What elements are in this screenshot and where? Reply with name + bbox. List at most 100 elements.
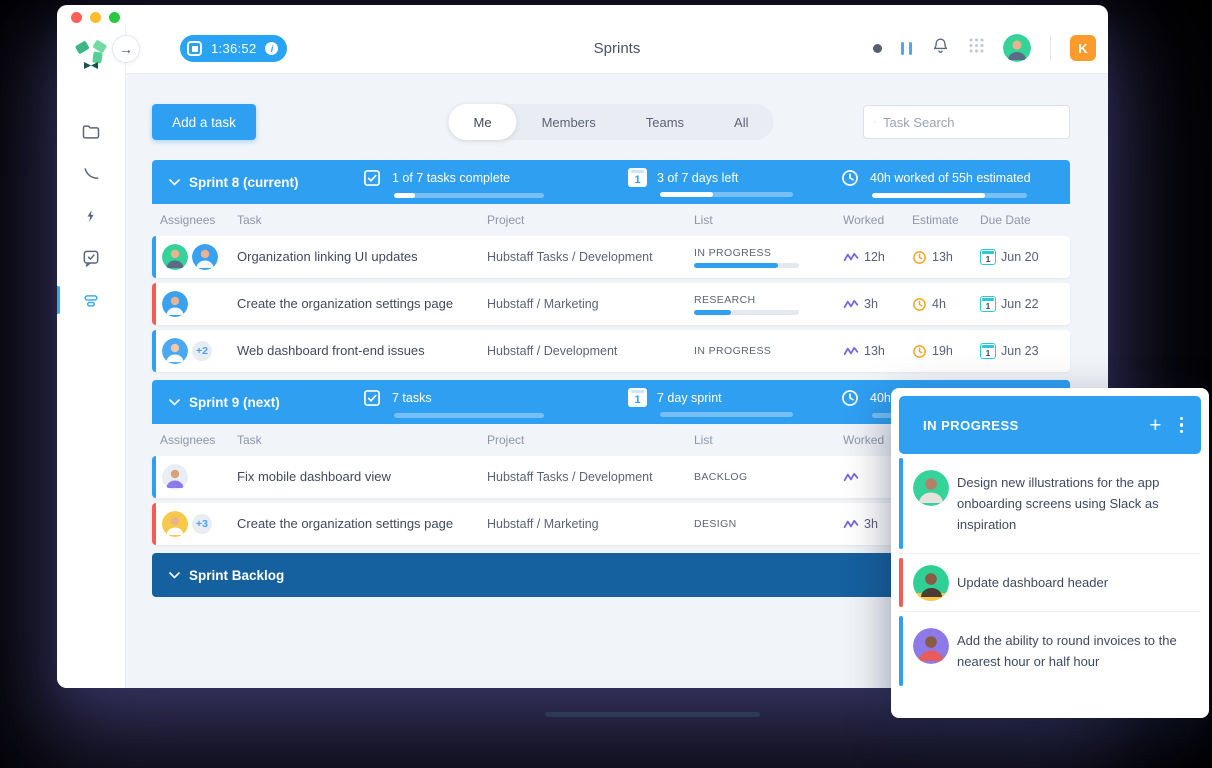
clock-icon: [912, 344, 927, 359]
sidebar-item-projects[interactable]: [57, 111, 125, 153]
worked-cell: 3h: [843, 297, 912, 311]
sprint-title: Sprint 9 (next): [189, 395, 280, 410]
tasks-complete-stat: 1 of 7 tasks complete: [362, 168, 544, 198]
avatar: [162, 464, 188, 490]
chevron-down-icon: [169, 572, 180, 579]
user-avatar[interactable]: [1003, 34, 1031, 62]
pause-bars-icon: [901, 42, 912, 55]
due-date-cell: 1 Jun 20: [980, 249, 1070, 265]
project-name: Hubstaff Tasks / Development: [487, 250, 653, 264]
list-progress-bar: [694, 263, 799, 268]
divider: [1050, 35, 1051, 61]
folder-icon: [81, 122, 101, 142]
chevron-down-icon: [169, 399, 180, 406]
task-name: Fix mobile dashboard view: [237, 469, 391, 484]
due-date-cell: 1 Jun 22: [980, 296, 1070, 312]
add-card-button[interactable]: +: [1149, 415, 1161, 436]
checkbox-icon: [362, 168, 382, 188]
organization-badge[interactable]: K: [1070, 35, 1096, 61]
sidebar-nav: [57, 111, 125, 321]
project-name: Hubstaff Tasks / Development: [487, 470, 653, 484]
chevron-down-icon: [169, 179, 180, 186]
calendar-icon: 1: [628, 168, 647, 187]
stop-timer-icon[interactable]: [187, 41, 202, 56]
task-name: Create the organization settings page: [237, 516, 453, 531]
checkbox-icon: [362, 388, 382, 408]
list-status: IN PROGRESS: [694, 345, 843, 357]
task-name: Web dashboard front-end issues: [237, 343, 425, 358]
task-row[interactable]: +2 Web dashboard front-end issues Hubsta…: [152, 330, 1070, 372]
project-name: Hubstaff / Development: [487, 344, 617, 358]
list-progress-bar: [694, 310, 799, 315]
appbar-actions: K: [873, 23, 1096, 73]
avatar: [913, 565, 949, 601]
task-search: [863, 105, 1070, 139]
sprint-title: Sprint Backlog: [189, 568, 284, 583]
chart-curve-icon: [81, 164, 101, 184]
extra-assignees-badge: +3: [192, 514, 212, 534]
avatar: [913, 470, 949, 506]
timer-widget[interactable]: 1:36:52 i: [180, 35, 287, 62]
sidebar-item-activity[interactable]: [57, 195, 125, 237]
tab-all[interactable]: All: [709, 104, 773, 140]
top-appbar: → 1:36:52 i Sprints: [126, 23, 1108, 74]
in-progress-board-panel: IN PROGRESS + Design new illustrations f…: [891, 388, 1209, 718]
sidebar-item-tasks[interactable]: [57, 237, 125, 279]
sprint-8-header[interactable]: Sprint 8 (current) 1 of 7 tasks complete: [152, 160, 1070, 204]
sidebar-item-reports[interactable]: [57, 153, 125, 195]
tab-me[interactable]: Me: [449, 104, 517, 140]
hubstaff-tasks-logo: [71, 35, 111, 75]
board-column-header: IN PROGRESS +: [899, 396, 1201, 454]
progress-bar: [660, 192, 793, 197]
task-row[interactable]: Create the organization settings page Hu…: [152, 283, 1070, 325]
tab-members[interactable]: Members: [517, 104, 621, 140]
avatar: [162, 338, 188, 364]
apps-menu-button[interactable]: [969, 38, 984, 58]
worked-cell: 13h: [843, 344, 912, 358]
list-status: RESEARCH: [694, 294, 843, 306]
clock-icon: [840, 388, 860, 408]
close-window-button[interactable]: [71, 12, 82, 23]
assignees-cell: +3: [152, 511, 237, 537]
sidebar-item-sprints[interactable]: [57, 279, 125, 321]
sprints-bars-icon: [81, 290, 101, 310]
board-card[interactable]: Add the ability to round invoices to the…: [899, 611, 1201, 690]
sprint-title: Sprint 8 (current): [189, 175, 299, 190]
days-left-stat: 1 3 of 7 days left: [628, 168, 793, 197]
board-card[interactable]: Update dashboard header: [899, 553, 1201, 611]
list-status: BACKLOG: [694, 471, 843, 483]
calendar-icon: 1: [628, 388, 647, 407]
board-card[interactable]: Design new illustrations for the app onb…: [899, 454, 1201, 553]
filter-tabs: Me Members Teams All: [449, 104, 774, 140]
minimize-window-button[interactable]: [90, 12, 101, 23]
checklist-bubble-icon: [81, 248, 101, 268]
activity-zigzag-icon: [843, 298, 859, 310]
estimate-cell: 19h: [912, 344, 980, 359]
apps-grid-icon: [969, 38, 984, 53]
add-task-button[interactable]: Add a task: [152, 104, 256, 140]
list-status: IN PROGRESS: [694, 247, 843, 259]
calendar-icon: 1: [980, 296, 996, 312]
zoom-window-button[interactable]: [109, 12, 120, 23]
collapse-sidebar-button[interactable]: →: [112, 35, 140, 63]
notifications-button[interactable]: [931, 36, 950, 60]
timer-info-icon[interactable]: i: [265, 42, 278, 55]
activity-zigzag-icon: [843, 251, 859, 263]
estimate-cell: 13h: [912, 250, 980, 265]
timer-time: 1:36:52: [211, 41, 256, 56]
board-column-title: IN PROGRESS: [923, 418, 1019, 433]
list-status: DESIGN: [694, 518, 843, 530]
lightning-icon: [84, 208, 98, 224]
tab-teams[interactable]: Teams: [621, 104, 709, 140]
column-menu-button[interactable]: [1180, 417, 1184, 434]
bell-icon: [931, 36, 950, 55]
activity-zigzag-icon: [843, 345, 859, 357]
desktop-background: → 1:36:52 i Sprints: [0, 0, 1212, 768]
clock-icon: [912, 250, 927, 265]
task-row[interactable]: Organization linking UI updates Hubstaff…: [152, 236, 1070, 278]
extra-assignees-badge: +2: [192, 341, 212, 361]
status-dot-icon: [873, 44, 882, 53]
search-input[interactable]: [883, 115, 1059, 130]
clock-icon: [912, 297, 927, 312]
hours-worked-stat: 40h worked of 55h estimated: [840, 168, 1031, 198]
